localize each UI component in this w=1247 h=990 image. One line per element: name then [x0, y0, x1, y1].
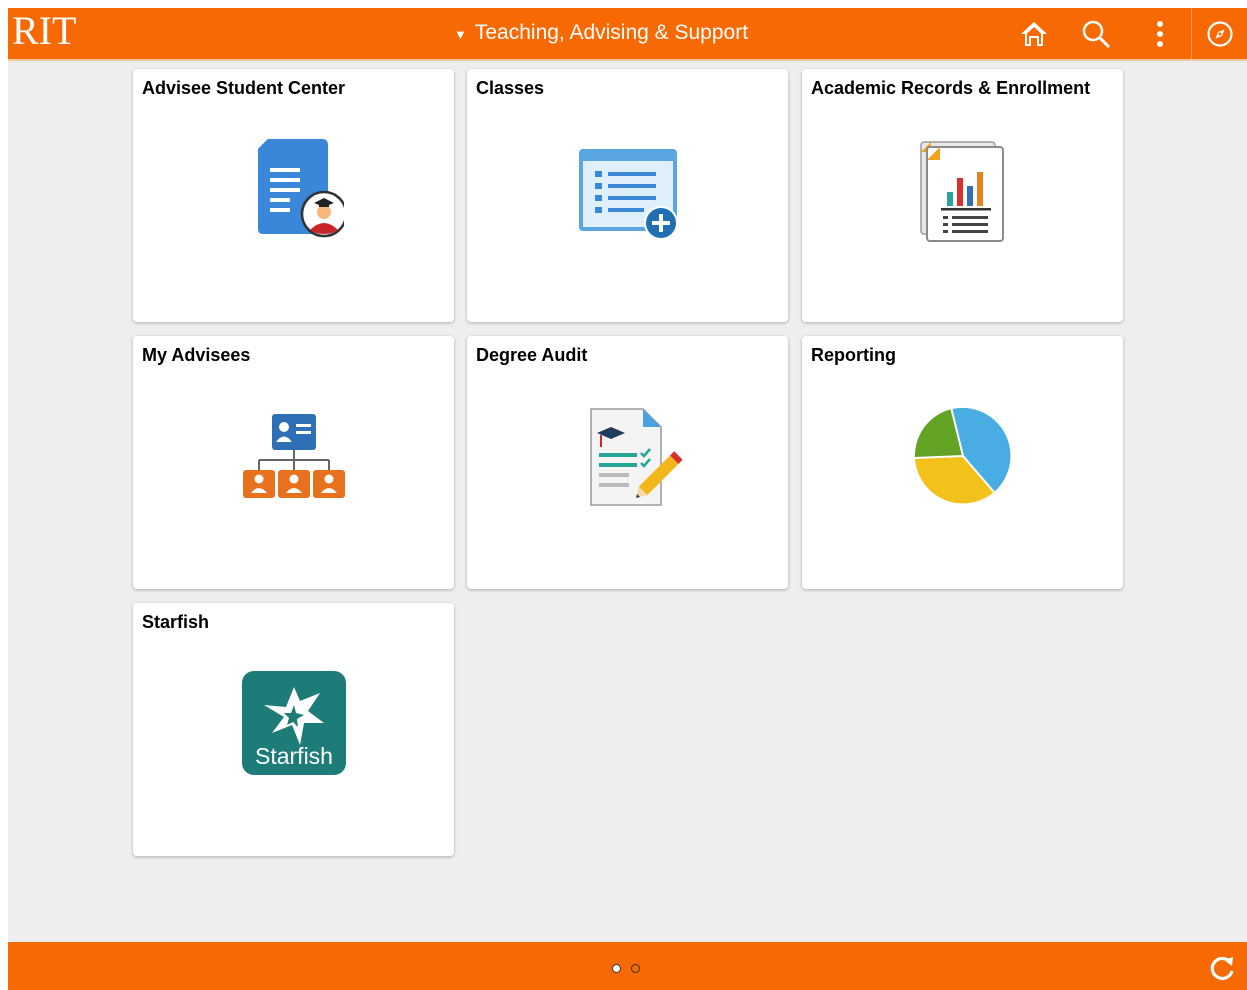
tile-degree-audit[interactable]: Degree Audit [467, 336, 788, 589]
classes-add-list-icon [578, 149, 678, 239]
home-button[interactable] [1014, 14, 1054, 54]
homepage-frame: RIT ▼ Teaching, Advising & Support Advis… [8, 8, 1247, 990]
dropdown-caret-icon: ▼ [454, 26, 467, 42]
tile-title: Advisee Student Center [142, 78, 346, 98]
starfish-logo-text: Starfish [255, 743, 333, 769]
advisee-student-center-icon [257, 139, 344, 238]
tile-title: Reporting [811, 345, 896, 365]
pie-chart-icon [914, 407, 1010, 504]
homepage-selector[interactable]: ▼ Teaching, Advising & Support [454, 18, 748, 48]
tile-classes[interactable]: Classes [467, 69, 788, 322]
tile-my-advisees[interactable]: My Advisees [133, 336, 454, 589]
tile-starfish[interactable]: Starfish Starfish [133, 603, 454, 856]
tile-title: Degree Audit [476, 345, 588, 365]
bottom-bar [8, 942, 1247, 990]
academic-records-report-icon [919, 141, 1004, 242]
home-icon [1021, 22, 1047, 46]
header-divider [1191, 8, 1192, 59]
degree-audit-checklist-icon [589, 408, 683, 506]
top-banner: RIT ▼ Teaching, Advising & Support [8, 8, 1247, 61]
starfish-logo: Starfish [241, 671, 346, 775]
navigator-button[interactable] [1200, 14, 1240, 54]
refresh-icon[interactable] [1208, 954, 1236, 982]
tile-title: My Advisees [142, 345, 251, 365]
homepage-title: Teaching, Advising & Support [474, 21, 749, 44]
tile-title: Starfish [142, 612, 210, 632]
search-icon [1082, 20, 1111, 49]
tile-title: Academic Records & Enrollment [811, 78, 1091, 98]
actions-menu-button[interactable] [1140, 14, 1180, 54]
page-indicator-1[interactable] [612, 964, 621, 973]
advisees-org-chart-icon [242, 414, 345, 498]
tile-reporting[interactable]: Reporting [802, 336, 1123, 589]
tile-advisee-student-center[interactable]: Advisee Student Center [133, 69, 454, 322]
page-indicator-2[interactable] [631, 964, 640, 973]
rit-logo: RIT [12, 8, 77, 53]
navigator-icon [1207, 21, 1233, 47]
tile-title: Classes [476, 78, 545, 98]
tile-academic-records-enrollment[interactable]: Academic Records & Enrollment [802, 69, 1123, 322]
more-options-icon [1157, 21, 1163, 47]
search-button[interactable] [1076, 14, 1116, 54]
